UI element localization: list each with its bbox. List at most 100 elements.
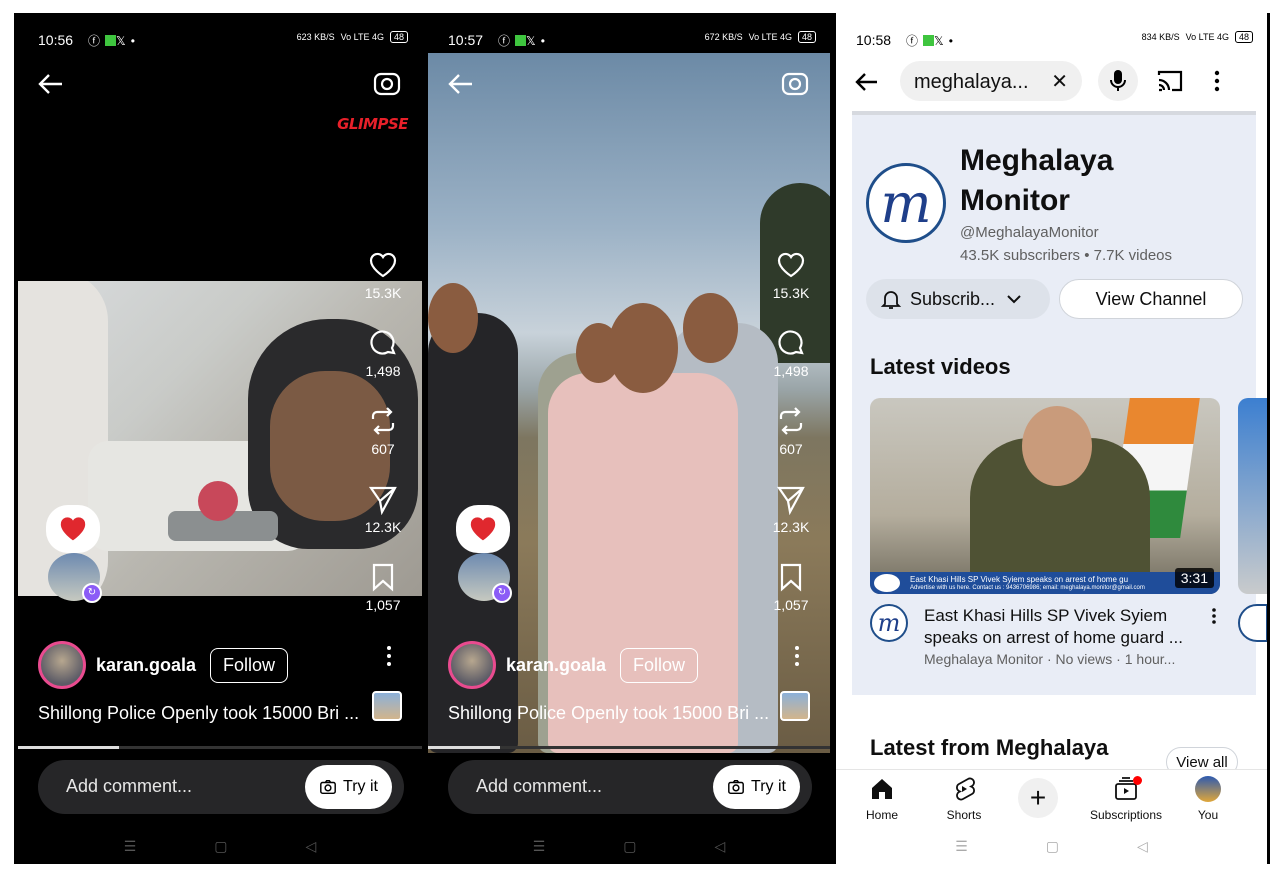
shorts-icon xyxy=(956,777,975,801)
net-speed: 834 KB/S xyxy=(1141,32,1180,42)
recents-icon[interactable]: ☰ xyxy=(124,838,137,855)
bookmark-icon[interactable] xyxy=(367,561,399,593)
system-nav-bar: ☰ ▢ ◁ xyxy=(18,834,422,858)
home-nav-icon[interactable]: ▢ xyxy=(623,838,636,855)
subscribed-button[interactable]: Subscrib... xyxy=(866,279,1050,319)
reel-caption[interactable]: Shillong Police Openly took 15000 Bri ..… xyxy=(38,703,359,724)
save-action[interactable]: 1,057 xyxy=(365,561,401,639)
comment-bar[interactable]: Add comment... Try it xyxy=(448,760,812,814)
follow-button[interactable]: Follow xyxy=(620,647,699,683)
clear-search-icon[interactable]: ✕ xyxy=(1051,69,1068,94)
like-action[interactable]: 15.3K xyxy=(365,249,401,327)
red-heart-icon xyxy=(60,517,86,541)
back-nav-icon[interactable]: ◁ xyxy=(1137,838,1148,855)
more-options-icon[interactable] xyxy=(1212,69,1222,93)
nav-you[interactable]: You xyxy=(1168,776,1248,822)
reel-caption[interactable]: Shillong Police Openly took 15000 Bri ..… xyxy=(448,703,769,724)
view-channel-button[interactable]: View Channel xyxy=(1059,279,1243,319)
comment-action[interactable]: 1,498 xyxy=(365,327,401,405)
voice-search-button[interactable] xyxy=(1098,61,1138,101)
more-options-icon[interactable] xyxy=(792,645,802,667)
back-arrow-icon[interactable] xyxy=(854,69,880,95)
create-button[interactable]: + xyxy=(1018,778,1058,818)
camera-icon xyxy=(728,779,744,795)
next-video-thumbnail[interactable] xyxy=(1238,398,1267,594)
search-input[interactable]: meghalaya... ✕ xyxy=(900,61,1082,101)
channel-logo-icon: m xyxy=(880,171,932,235)
comment-action[interactable]: 1,498 xyxy=(773,327,809,405)
remix-badge-icon: ↻ xyxy=(492,583,512,603)
save-count: 1,057 xyxy=(773,597,809,613)
back-arrow-icon[interactable] xyxy=(36,69,66,99)
remix-badge-icon: ↻ xyxy=(82,583,102,603)
status-time: 10:57 xyxy=(448,32,484,48)
try-it-button[interactable]: Try it xyxy=(713,765,800,809)
repost-icon[interactable] xyxy=(367,405,399,437)
camera-icon[interactable] xyxy=(372,69,402,99)
more-options-icon[interactable] xyxy=(384,645,394,667)
nav-subscriptions[interactable]: Subscriptions xyxy=(1086,776,1166,822)
repost-icon[interactable] xyxy=(775,405,807,437)
like-action[interactable]: 15.3K xyxy=(773,249,809,327)
recents-icon[interactable]: ☰ xyxy=(955,838,968,855)
try-it-button[interactable]: Try it xyxy=(305,765,392,809)
heart-icon[interactable] xyxy=(775,249,807,281)
cast-icon[interactable] xyxy=(1156,67,1184,95)
audio-thumbnail[interactable] xyxy=(372,691,402,721)
red-heart-icon xyxy=(470,517,496,541)
reel-progress[interactable] xyxy=(18,746,422,749)
repost-action[interactable]: 607 xyxy=(367,405,399,483)
status-bar: 10:56 ⓕ 𝕏• 623 KB/S Vo LTE 4G 48 xyxy=(18,13,422,51)
comment-bar[interactable]: Add comment... Try it xyxy=(38,760,404,814)
username[interactable]: karan.goala xyxy=(506,655,606,676)
progress-fill xyxy=(428,746,501,749)
save-action[interactable]: 1,057 xyxy=(773,561,809,639)
nav-shorts[interactable]: Shorts xyxy=(924,776,1004,822)
video-title[interactable]: East Khasi Hills SP Vivek Syiem speaks o… xyxy=(924,605,1202,649)
x-icon: 𝕏 xyxy=(526,34,541,48)
back-arrow-icon[interactable] xyxy=(446,69,476,99)
latest-from-heading: Latest from Meghalaya Monitor xyxy=(870,735,1109,763)
back-nav-icon[interactable]: ◁ xyxy=(715,838,726,855)
reel-progress[interactable] xyxy=(428,746,830,749)
video-thumbnail[interactable]: East Khasi Hills SP Vivek Syiem speaks o… xyxy=(870,398,1220,594)
glimpse-watermark: GLIMPSE xyxy=(337,115,408,133)
chevron-down-icon xyxy=(1007,295,1021,304)
nav-home[interactable]: Home xyxy=(842,776,922,822)
channel-stats: 43.5K subscribers • 7.7K videos xyxy=(960,247,1173,264)
comment-placeholder[interactable]: Add comment... xyxy=(66,776,192,797)
repost-action[interactable]: 607 xyxy=(775,405,807,483)
bookmark-icon[interactable] xyxy=(775,561,807,593)
home-nav-icon[interactable]: ▢ xyxy=(1046,838,1059,855)
comment-icon[interactable] xyxy=(775,327,807,359)
username[interactable]: karan.goala xyxy=(96,655,196,676)
collab-avatar[interactable]: ↻ xyxy=(458,553,512,603)
network-type: Vo LTE 4G xyxy=(340,32,384,42)
yt-top-bar: meghalaya... ✕ xyxy=(836,61,1267,107)
comment-icon[interactable] xyxy=(367,327,399,359)
recents-icon[interactable]: ☰ xyxy=(533,838,546,855)
channel-avatar[interactable]: m xyxy=(866,163,946,243)
follow-button[interactable]: Follow xyxy=(210,647,289,683)
share-action[interactable]: 12.3K xyxy=(365,483,401,561)
home-nav-icon[interactable]: ▢ xyxy=(214,838,227,855)
audio-thumbnail[interactable] xyxy=(780,691,810,721)
video-channel-avatar[interactable]: m xyxy=(870,604,908,642)
video-more-icon[interactable] xyxy=(1210,607,1218,625)
status-right: 834 KB/S Vo LTE 4G 48 xyxy=(1142,31,1253,43)
whatsapp-icon xyxy=(923,35,935,46)
collab-avatar[interactable]: ↻ xyxy=(48,553,102,603)
comment-placeholder[interactable]: Add comment... xyxy=(476,776,602,797)
latest-videos-heading: Latest videos xyxy=(870,354,1011,379)
next-video-avatar[interactable] xyxy=(1238,604,1267,642)
status-bar: 10:58 ⓕ 𝕏• 834 KB/S Vo LTE 4G 48 xyxy=(836,13,1267,51)
camera-icon[interactable] xyxy=(780,69,810,99)
back-nav-icon[interactable]: ◁ xyxy=(306,838,317,855)
send-icon[interactable] xyxy=(775,483,807,515)
heart-icon[interactable] xyxy=(367,249,399,281)
avatar[interactable] xyxy=(38,641,86,689)
share-action[interactable]: 12.3K xyxy=(773,483,809,561)
send-icon[interactable] xyxy=(367,483,399,515)
avatar[interactable] xyxy=(448,641,496,689)
network-type: Vo LTE 4G xyxy=(748,32,792,42)
